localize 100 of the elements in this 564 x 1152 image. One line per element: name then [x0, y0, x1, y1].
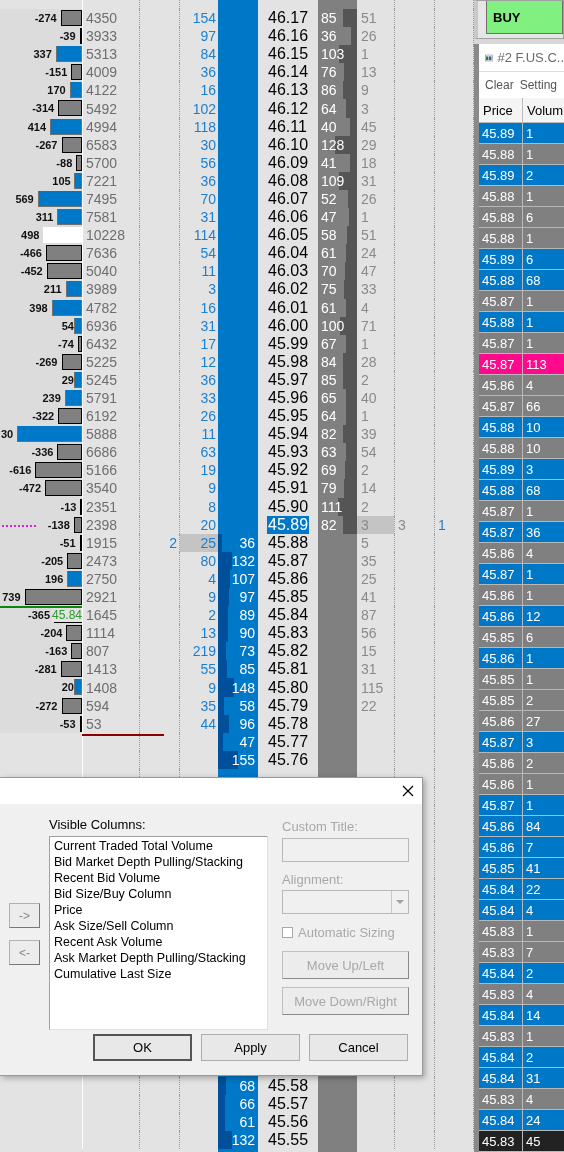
trade-volume-cell: 2 [523, 690, 564, 711]
delta-value: -274 [34, 11, 57, 25]
delta-value: 29 [61, 372, 74, 387]
delta-value: 414 [27, 119, 47, 134]
trade-price-cell: 45.87 [479, 354, 523, 375]
volume-cell-text: 4782 [85, 299, 118, 316]
list-item[interactable]: Bid Market Depth Pulling/Stacking [52, 854, 265, 870]
recent-bid-cell-text: 36 [200, 64, 217, 81]
dialog-button[interactable]: Apply [201, 1034, 300, 1061]
volume-cell-text: 7581 [85, 209, 118, 226]
recent-bid-cell-text: 3 [208, 281, 217, 298]
trade-price-cell: 45.88 [479, 207, 523, 228]
recent-ask-cell-text: 47 [360, 263, 377, 280]
volume-cell-text: 5492 [85, 100, 118, 117]
price-cell: 45.97 [267, 370, 310, 389]
bid-size-cell[interactable]: 36 [239, 534, 258, 551]
custom-title-label: Custom Title: [282, 819, 359, 834]
price-cell: 46.01 [267, 298, 310, 317]
trade-volume-cell: 1 [523, 186, 564, 207]
menu-item[interactable]: Setting [519, 78, 558, 92]
list-item[interactable]: Ask Size/Sell Column [52, 918, 265, 934]
ask-pulling-cell-text: 3 [397, 516, 406, 533]
price-cell: 46.09 [267, 153, 310, 172]
list-item[interactable]: Current Traded Total Volume [52, 838, 265, 854]
column-header[interactable]: Price [479, 98, 523, 123]
delta-value: 170 [47, 83, 66, 98]
ask-size-cell[interactable]: 40 [318, 118, 337, 135]
recent-ask-cell-text: 1 [360, 209, 369, 226]
recent-bid-cell-text: 102 [192, 100, 217, 117]
delta-value: -51 [59, 535, 76, 550]
recent-bid-cell-text: 219 [192, 643, 217, 660]
recent-bid-cell-text: 31 [200, 209, 217, 226]
delta-value: -267 [35, 137, 58, 152]
delta-value: -336 [31, 445, 54, 460]
trade-volume-cell: 1 [523, 333, 564, 354]
bid-size-cell[interactable]: 73 [239, 643, 258, 660]
trade-price-cell: 45.86 [479, 543, 523, 564]
trade-volume-cell: 1 [523, 501, 564, 522]
close-icon[interactable] [402, 785, 414, 797]
price-cell: 45.76 [267, 750, 310, 769]
dialog-button[interactable]: OK [93, 1034, 192, 1061]
recent-ask-cell-text: 115 [360, 679, 384, 696]
volume-cell-text: 2351 [85, 498, 118, 515]
price-cell: 45.93 [267, 443, 310, 462]
recent-bid-cell-text: 11 [201, 426, 217, 443]
trade-volume-cell: 6 [523, 249, 564, 270]
menu-item[interactable]: Clear [485, 78, 514, 92]
recent-ask-cell-text: 40 [360, 390, 377, 406]
list-item[interactable]: Ask Market Depth Pulling/Stacking [52, 950, 265, 966]
trade-volume-cell: 4 [523, 900, 564, 921]
price-cell: 46.02 [267, 280, 310, 299]
trade-price-cell: 45.84 [479, 900, 523, 921]
buy-button[interactable]: BUY [486, 1, 563, 34]
trade-price-cell: 45.83 [479, 1089, 523, 1110]
recent-ask-cell-text: 1 [360, 335, 369, 352]
ask-size-cell[interactable]: 47 [318, 209, 337, 226]
volume-cell-text: 807 [85, 643, 110, 660]
trade-volume-cell: 1 [523, 648, 564, 669]
recent-bid-cell-text: 154 [192, 10, 217, 27]
delta-value: 20 [61, 680, 74, 695]
list-item[interactable]: Recent Ask Volume [52, 934, 265, 950]
list-item[interactable]: Cumulative Last Size [52, 966, 265, 982]
volume-cell-text: 10228 [85, 227, 125, 244]
ask-size-cell[interactable]: 36 [318, 28, 337, 45]
bid-size-cell[interactable]: 61 [239, 1113, 258, 1130]
recent-ask-cell-text: 15 [360, 643, 377, 660]
recent-ask-cell-text: 29 [360, 136, 377, 153]
list-item[interactable]: Price [52, 902, 265, 918]
trade-price-cell: 45.88 [479, 417, 523, 438]
volume-cell-text: 53 [85, 715, 102, 732]
trade-price-cell: 45.88 [479, 228, 523, 249]
trade-volume-cell: 1 [523, 921, 564, 942]
trade-price-cell: 45.86 [479, 375, 523, 396]
recent-ask-cell-text: 25 [360, 570, 377, 587]
trade-volume-cell: 41 [523, 858, 564, 879]
trade-volume-cell: 1 [523, 669, 564, 690]
trade-price-cell: 45.87 [479, 522, 523, 543]
ask-size-cell[interactable]: 41 [318, 154, 337, 171]
price-cell: 45.57 [267, 1094, 310, 1113]
bid-size-cell[interactable]: 58 [239, 697, 258, 714]
delta-value: -269 [35, 354, 58, 369]
column-header[interactable]: Volum [523, 98, 564, 123]
recent-ask-cell-text: 13 [360, 64, 377, 81]
recent-bid-cell-text: 19 [200, 462, 217, 479]
visible-columns-list[interactable]: Current Traded Total Volume Bid Market Depth Pulling/Stacking Recent Bid Volume Bid Size/Buy Column Price Ask Size/Sell Column Recent Ask Volume Ask Market Depth Pulling/Stacking Cumulative Last Size [49, 836, 268, 1030]
list-item[interactable]: Bid Size/Buy Column [52, 886, 265, 902]
trade-price-cell: 45.87 [479, 732, 523, 753]
trade-price-cell: 45.84 [479, 1005, 523, 1026]
delta-value: 54 [61, 318, 74, 333]
recent-bid-cell-text: 8 [208, 498, 217, 515]
trade-volume-cell: 10 [523, 417, 564, 438]
price-cell: 46.04 [267, 244, 310, 263]
dialog-button[interactable]: Cancel [309, 1034, 408, 1061]
recent-bid-cell-text: 36 [200, 371, 217, 388]
bid-size-cell[interactable]: 47 [239, 733, 258, 750]
trade-volume-cell: 2 [523, 963, 564, 984]
list-item[interactable]: Recent Bid Volume [52, 870, 265, 886]
trade-volume-cell: 2 [523, 753, 564, 774]
recent-bid-cell-text: 20 [200, 516, 217, 533]
trade-price-cell: 45.88 [479, 144, 523, 165]
